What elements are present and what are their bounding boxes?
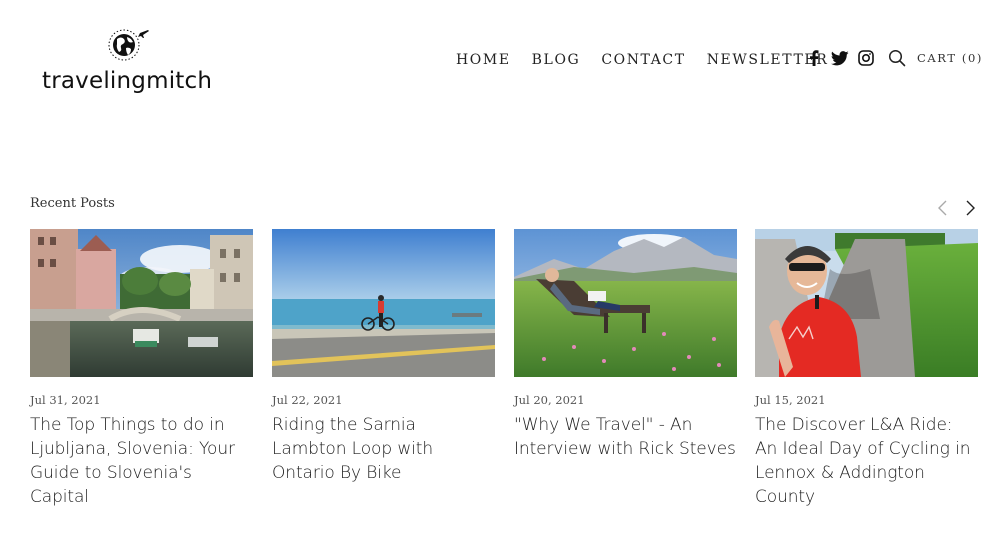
social-links (805, 49, 883, 67)
post-title[interactable]: The Top Things to do in Ljubljana, Slove… (30, 413, 253, 509)
ljubljana-canal-photo[interactable] (30, 229, 253, 377)
post-date: Jul 20, 2021 (514, 393, 585, 407)
site-logo[interactable]: travelingmitch (42, 24, 212, 100)
facebook-icon[interactable] (805, 49, 823, 67)
post-date: Jul 22, 2021 (272, 393, 343, 407)
post-title[interactable]: The Discover L&A Ride: An Ideal Day of C… (755, 413, 978, 509)
globe-airplane-icon (108, 29, 149, 61)
instagram-icon[interactable] (857, 49, 875, 67)
nav-contact[interactable]: CONTACT (601, 52, 685, 68)
carousel-next-button[interactable] (963, 199, 977, 217)
logo-text: travelingmitch (42, 68, 213, 94)
twitter-icon[interactable] (831, 49, 849, 67)
site-header: travelingmitch HOME BLOG CONTACT NEWSLET… (0, 0, 1000, 110)
post-card[interactable]: Jul 15, 2021 The Discover L&A Ride: An I… (755, 229, 978, 509)
chevron-right-icon (966, 200, 975, 216)
post-title[interactable]: "Why We Travel" - An Interview with Rick… (514, 413, 737, 461)
carousel-prev-button[interactable] (936, 199, 950, 217)
post-card[interactable]: Jul 20, 2021 "Why We Travel" - An Interv… (514, 229, 737, 461)
chevron-left-icon (938, 200, 947, 216)
nav-blog[interactable]: BLOG (532, 52, 581, 68)
post-title[interactable]: Riding the Sarnia Lambton Loop with Onta… (272, 413, 495, 485)
post-card[interactable]: Jul 22, 2021 Riding the Sarnia Lambton L… (272, 229, 495, 485)
recent-posts-title: Recent Posts (30, 196, 115, 211)
post-card[interactable]: Jul 31, 2021 The Top Things to do in Lju… (30, 229, 253, 509)
cart-link[interactable]: CART (0) (917, 51, 983, 65)
post-date: Jul 15, 2021 (755, 393, 826, 407)
meadow-lounger-photo[interactable] (514, 229, 737, 377)
post-date: Jul 31, 2021 (30, 393, 101, 407)
nav-home[interactable]: HOME (456, 52, 511, 68)
main-nav: HOME BLOG CONTACT NEWSLETTER (456, 48, 828, 72)
cyclist-selfie-photo[interactable] (755, 229, 978, 377)
search-icon[interactable] (888, 49, 908, 69)
lakeshore-cyclist-photo[interactable] (272, 229, 495, 377)
